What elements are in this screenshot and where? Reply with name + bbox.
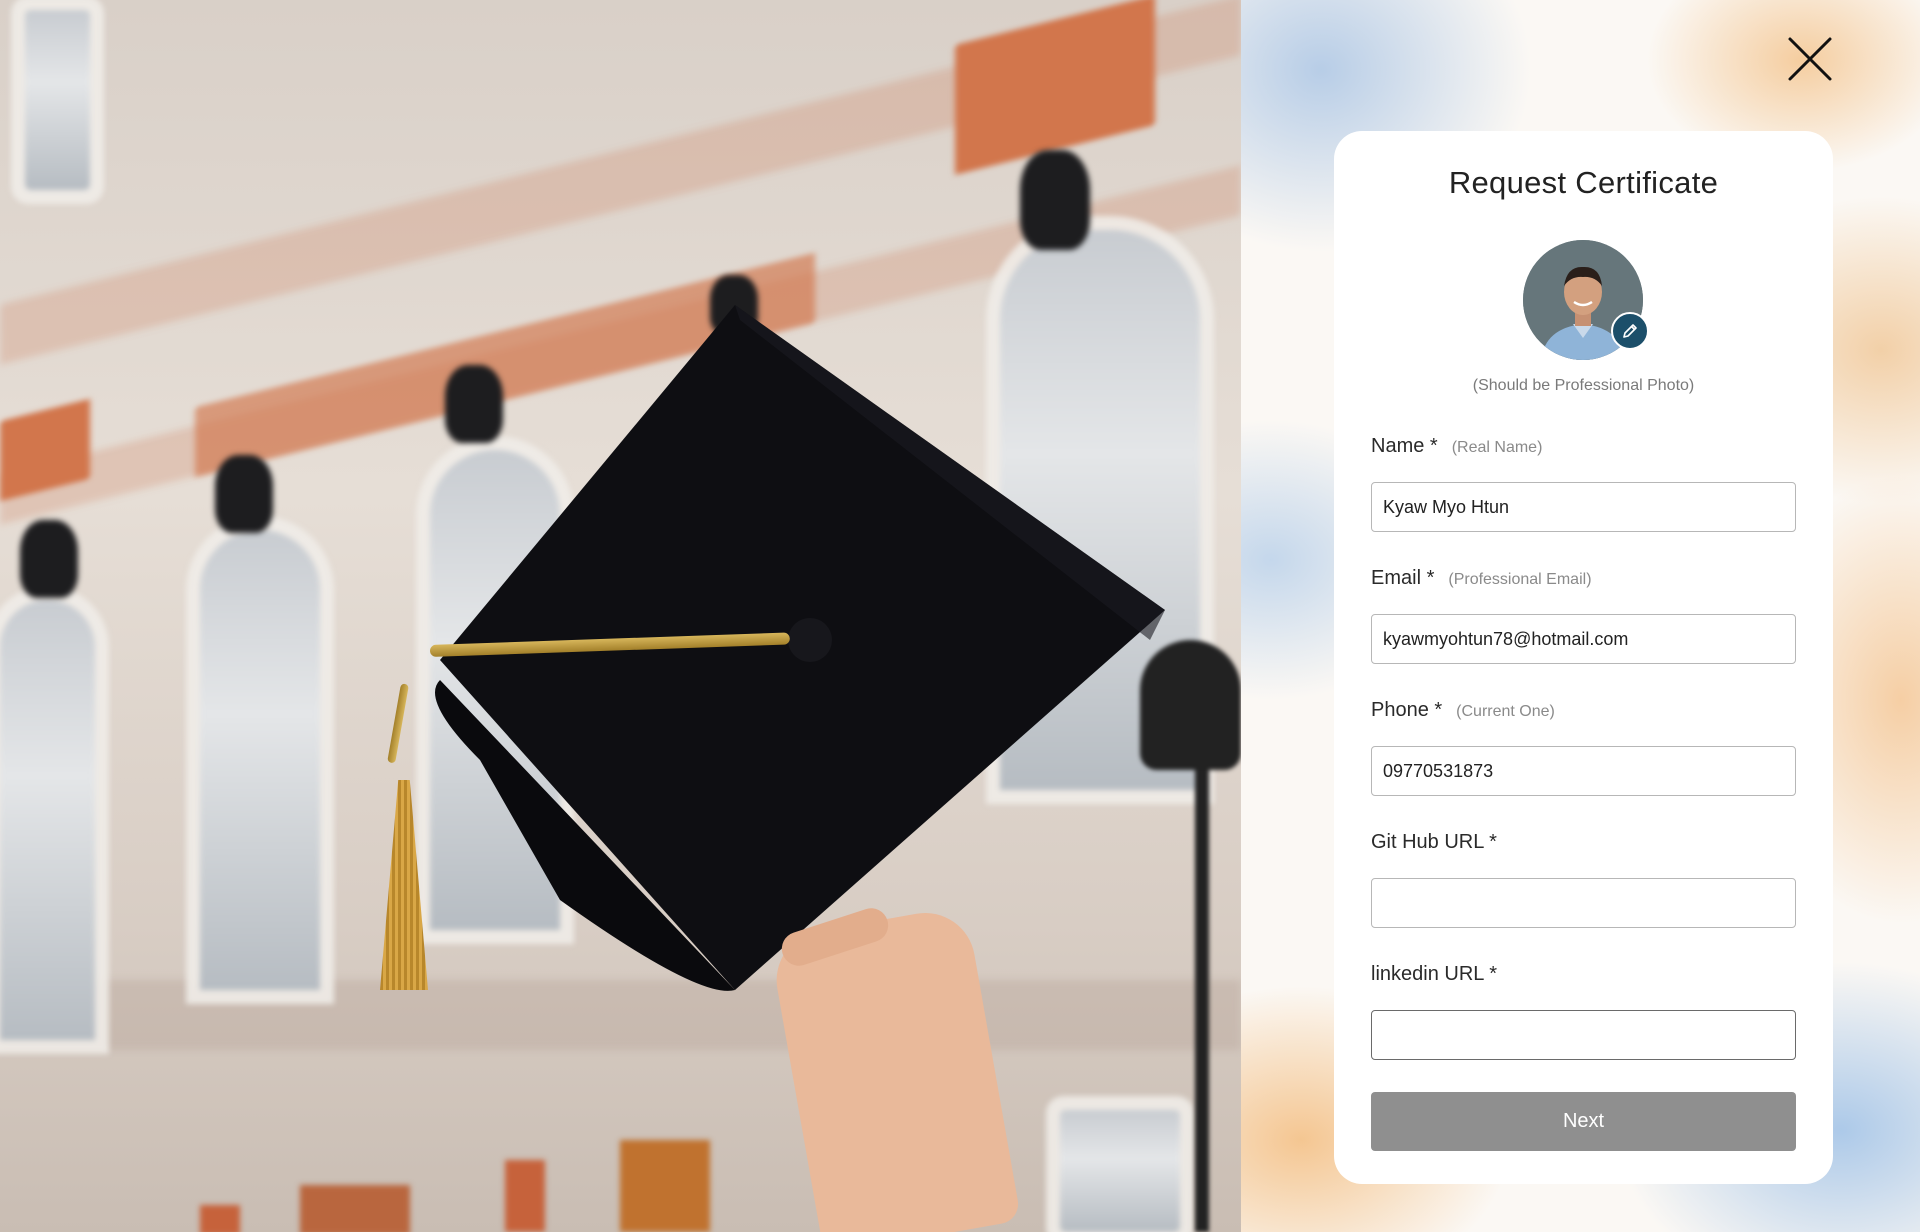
- linkedin-url-input[interactable]: [1371, 1010, 1796, 1060]
- phone-hint: (Current One): [1456, 703, 1555, 720]
- email-hint: (Professional Email): [1448, 571, 1592, 588]
- name-label: Name * (Real Name): [1371, 435, 1542, 458]
- linkedin-url-label-text: linkedin URL *: [1371, 963, 1497, 985]
- phone-label-text: Phone *: [1371, 699, 1443, 721]
- next-button[interactable]: Next: [1371, 1092, 1796, 1151]
- close-icon: [1788, 37, 1832, 81]
- github-url-label: Git Hub URL *: [1371, 831, 1497, 854]
- request-certificate-card: Request Certificate (Should be Professio…: [1334, 131, 1833, 1184]
- hero-graduation-photo: [0, 0, 1241, 1232]
- edit-photo-button[interactable]: [1611, 312, 1649, 350]
- email-input[interactable]: [1371, 614, 1796, 664]
- photo-requirement-note: (Should be Professional Photo): [1472, 377, 1695, 394]
- graduation-cap-scene: [0, 0, 1241, 1232]
- close-button[interactable]: [1786, 35, 1834, 83]
- github-url-label-text: Git Hub URL *: [1371, 831, 1497, 853]
- email-label: Email * (Professional Email): [1371, 567, 1592, 590]
- linkedin-url-label: linkedin URL *: [1371, 963, 1497, 986]
- github-url-input[interactable]: [1371, 878, 1796, 928]
- phone-label: Phone * (Current One): [1371, 699, 1555, 722]
- pencil-icon: [1623, 324, 1637, 338]
- name-input[interactable]: [1371, 482, 1796, 532]
- graduation-cap: [435, 305, 1165, 991]
- email-label-text: Email *: [1371, 567, 1435, 589]
- form-panel: Request Certificate (Should be Professio…: [1241, 0, 1920, 1232]
- page-title: Request Certificate: [1448, 165, 1719, 200]
- phone-input[interactable]: [1371, 746, 1796, 796]
- name-hint: (Real Name): [1451, 439, 1543, 456]
- name-label-text: Name *: [1371, 435, 1438, 457]
